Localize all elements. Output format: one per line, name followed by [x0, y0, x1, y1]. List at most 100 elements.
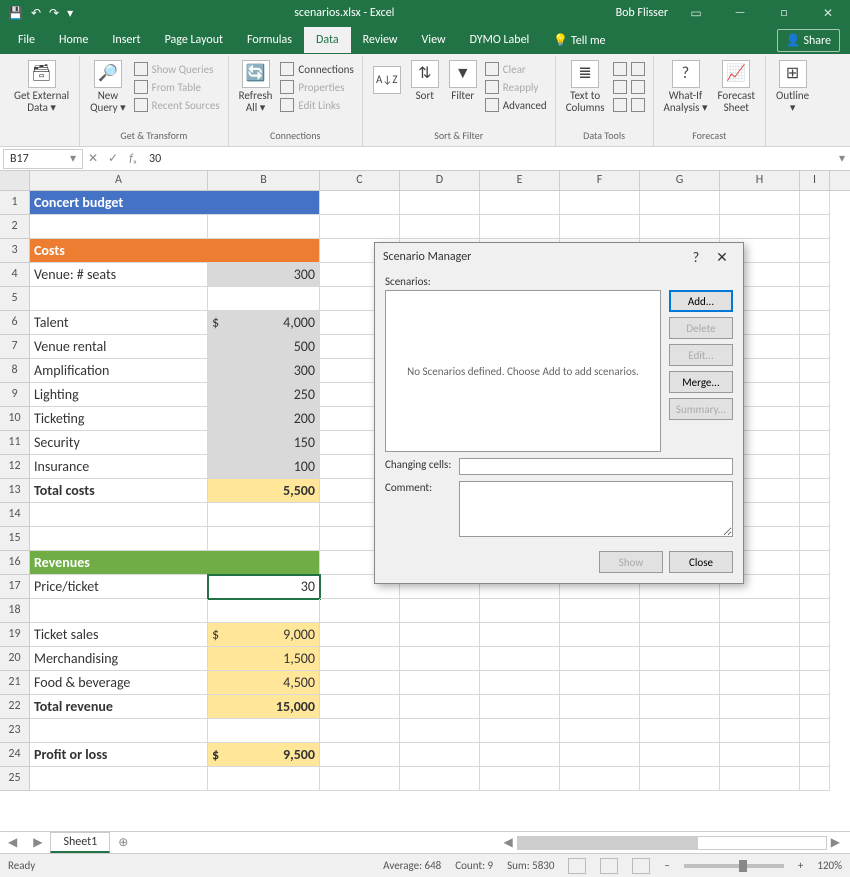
cell-B22[interactable]: 15,000: [208, 695, 320, 719]
cell-F20[interactable]: [560, 647, 640, 671]
row-header-22[interactable]: 22: [0, 695, 30, 719]
cell-A6[interactable]: Talent: [30, 311, 208, 335]
cell-C1[interactable]: [320, 191, 400, 215]
outline-button[interactable]: ⊞Outline ▾: [772, 58, 813, 116]
cell-E24[interactable]: [480, 743, 560, 767]
cell-B11[interactable]: 150: [208, 431, 320, 455]
flash-fill-button[interactable]: [611, 61, 647, 77]
cell-D1[interactable]: [400, 191, 480, 215]
cell-H23[interactable]: [720, 719, 800, 743]
maximize-icon[interactable]: □: [762, 0, 806, 26]
tab-review[interactable]: Review: [351, 27, 410, 53]
row-header-2[interactable]: 2: [0, 215, 30, 239]
cell-I17[interactable]: [800, 575, 830, 599]
add-scenario-button[interactable]: Add...: [669, 290, 733, 312]
tab-file[interactable]: File: [6, 27, 47, 53]
cell-G24[interactable]: [640, 743, 720, 767]
cell-I23[interactable]: [800, 719, 830, 743]
cell-D22[interactable]: [400, 695, 480, 719]
cell-A13[interactable]: Total costs: [30, 479, 208, 503]
horizontal-scrollbar[interactable]: ◀ ▶: [136, 835, 850, 850]
name-box[interactable]: B17▾: [3, 149, 83, 169]
cell-D25[interactable]: [400, 767, 480, 791]
cell-B5[interactable]: [208, 287, 320, 311]
fx-icon[interactable]: fₓ: [123, 152, 143, 166]
merge-scenario-button[interactable]: Merge...: [669, 371, 733, 393]
close-dialog-button[interactable]: Close: [669, 551, 733, 573]
sort-button[interactable]: ⇅Sort: [407, 58, 443, 104]
cell-B9[interactable]: 250: [208, 383, 320, 407]
cell-G1[interactable]: [640, 191, 720, 215]
formula-expand-icon[interactable]: ▾: [834, 151, 850, 166]
page-layout-view-icon[interactable]: [600, 858, 618, 874]
sort-asc-button[interactable]: A↓Z: [369, 58, 405, 96]
cell-H2[interactable]: [720, 215, 800, 239]
properties-button[interactable]: Properties: [278, 79, 355, 95]
tab-insert[interactable]: Insert: [100, 27, 152, 53]
row-header-18[interactable]: 18: [0, 599, 30, 623]
cell-G2[interactable]: [640, 215, 720, 239]
cell-I1[interactable]: [800, 191, 830, 215]
tab-home[interactable]: Home: [47, 27, 100, 53]
row-header-3[interactable]: 3: [0, 239, 30, 263]
cell-B7[interactable]: 500: [208, 335, 320, 359]
row-header-14[interactable]: 14: [0, 503, 30, 527]
cell-B20[interactable]: 1,500: [208, 647, 320, 671]
zoom-in-icon[interactable]: +: [798, 859, 803, 872]
cell-B17[interactable]: 30: [208, 575, 320, 599]
cell-H22[interactable]: [720, 695, 800, 719]
cell-I18[interactable]: [800, 599, 830, 623]
cell-G25[interactable]: [640, 767, 720, 791]
cell-H20[interactable]: [720, 647, 800, 671]
reapply-button[interactable]: Reapply: [483, 79, 549, 95]
add-sheet-icon[interactable]: ⊕: [110, 835, 136, 850]
cell-A18[interactable]: [30, 599, 208, 623]
row-header-20[interactable]: 20: [0, 647, 30, 671]
cell-A9[interactable]: Lighting: [30, 383, 208, 407]
cell-F24[interactable]: [560, 743, 640, 767]
row-header-7[interactable]: 7: [0, 335, 30, 359]
cell-B2[interactable]: [208, 215, 320, 239]
cell-G22[interactable]: [640, 695, 720, 719]
zoom-level[interactable]: 120%: [817, 859, 842, 872]
cell-C19[interactable]: [320, 623, 400, 647]
cell-I15[interactable]: [800, 527, 830, 551]
cell-A17[interactable]: Price/ticket: [30, 575, 208, 599]
cell-B12[interactable]: 100: [208, 455, 320, 479]
row-header-23[interactable]: 23: [0, 719, 30, 743]
row-header-21[interactable]: 21: [0, 671, 30, 695]
row-header-8[interactable]: 8: [0, 359, 30, 383]
tab-formulas[interactable]: Formulas: [235, 27, 304, 53]
cell-A5[interactable]: [30, 287, 208, 311]
normal-view-icon[interactable]: [568, 858, 586, 874]
row-header-9[interactable]: 9: [0, 383, 30, 407]
tell-me[interactable]: 💡 Tell me: [541, 27, 617, 54]
cell-B14[interactable]: [208, 503, 320, 527]
row-header-4[interactable]: 4: [0, 263, 30, 287]
cell-D24[interactable]: [400, 743, 480, 767]
show-queries-button[interactable]: Show Queries: [132, 61, 222, 77]
cell-G18[interactable]: [640, 599, 720, 623]
col-header-H[interactable]: H: [720, 171, 800, 190]
row-header-13[interactable]: 13: [0, 479, 30, 503]
cell-F2[interactable]: [560, 215, 640, 239]
cell-A3[interactable]: Costs: [30, 239, 320, 263]
scenarios-listbox[interactable]: No Scenarios defined. Choose Add to add …: [385, 290, 661, 452]
cell-H1[interactable]: [720, 191, 800, 215]
cell-F25[interactable]: [560, 767, 640, 791]
cell-I24[interactable]: [800, 743, 830, 767]
cell-I25[interactable]: [800, 767, 830, 791]
cell-A2[interactable]: [30, 215, 208, 239]
cell-H25[interactable]: [720, 767, 800, 791]
cell-E20[interactable]: [480, 647, 560, 671]
enter-formula-icon[interactable]: ✓: [103, 151, 123, 166]
col-header-B[interactable]: B: [208, 171, 320, 190]
cell-B25[interactable]: [208, 767, 320, 791]
col-header-F[interactable]: F: [560, 171, 640, 190]
cell-E21[interactable]: [480, 671, 560, 695]
cell-I8[interactable]: [800, 359, 830, 383]
text-to-columns-button[interactable]: ≣Text to Columns: [562, 58, 609, 116]
cell-H21[interactable]: [720, 671, 800, 695]
tab-page-layout[interactable]: Page Layout: [153, 27, 235, 53]
share-button[interactable]: 👤 Share: [777, 29, 840, 52]
